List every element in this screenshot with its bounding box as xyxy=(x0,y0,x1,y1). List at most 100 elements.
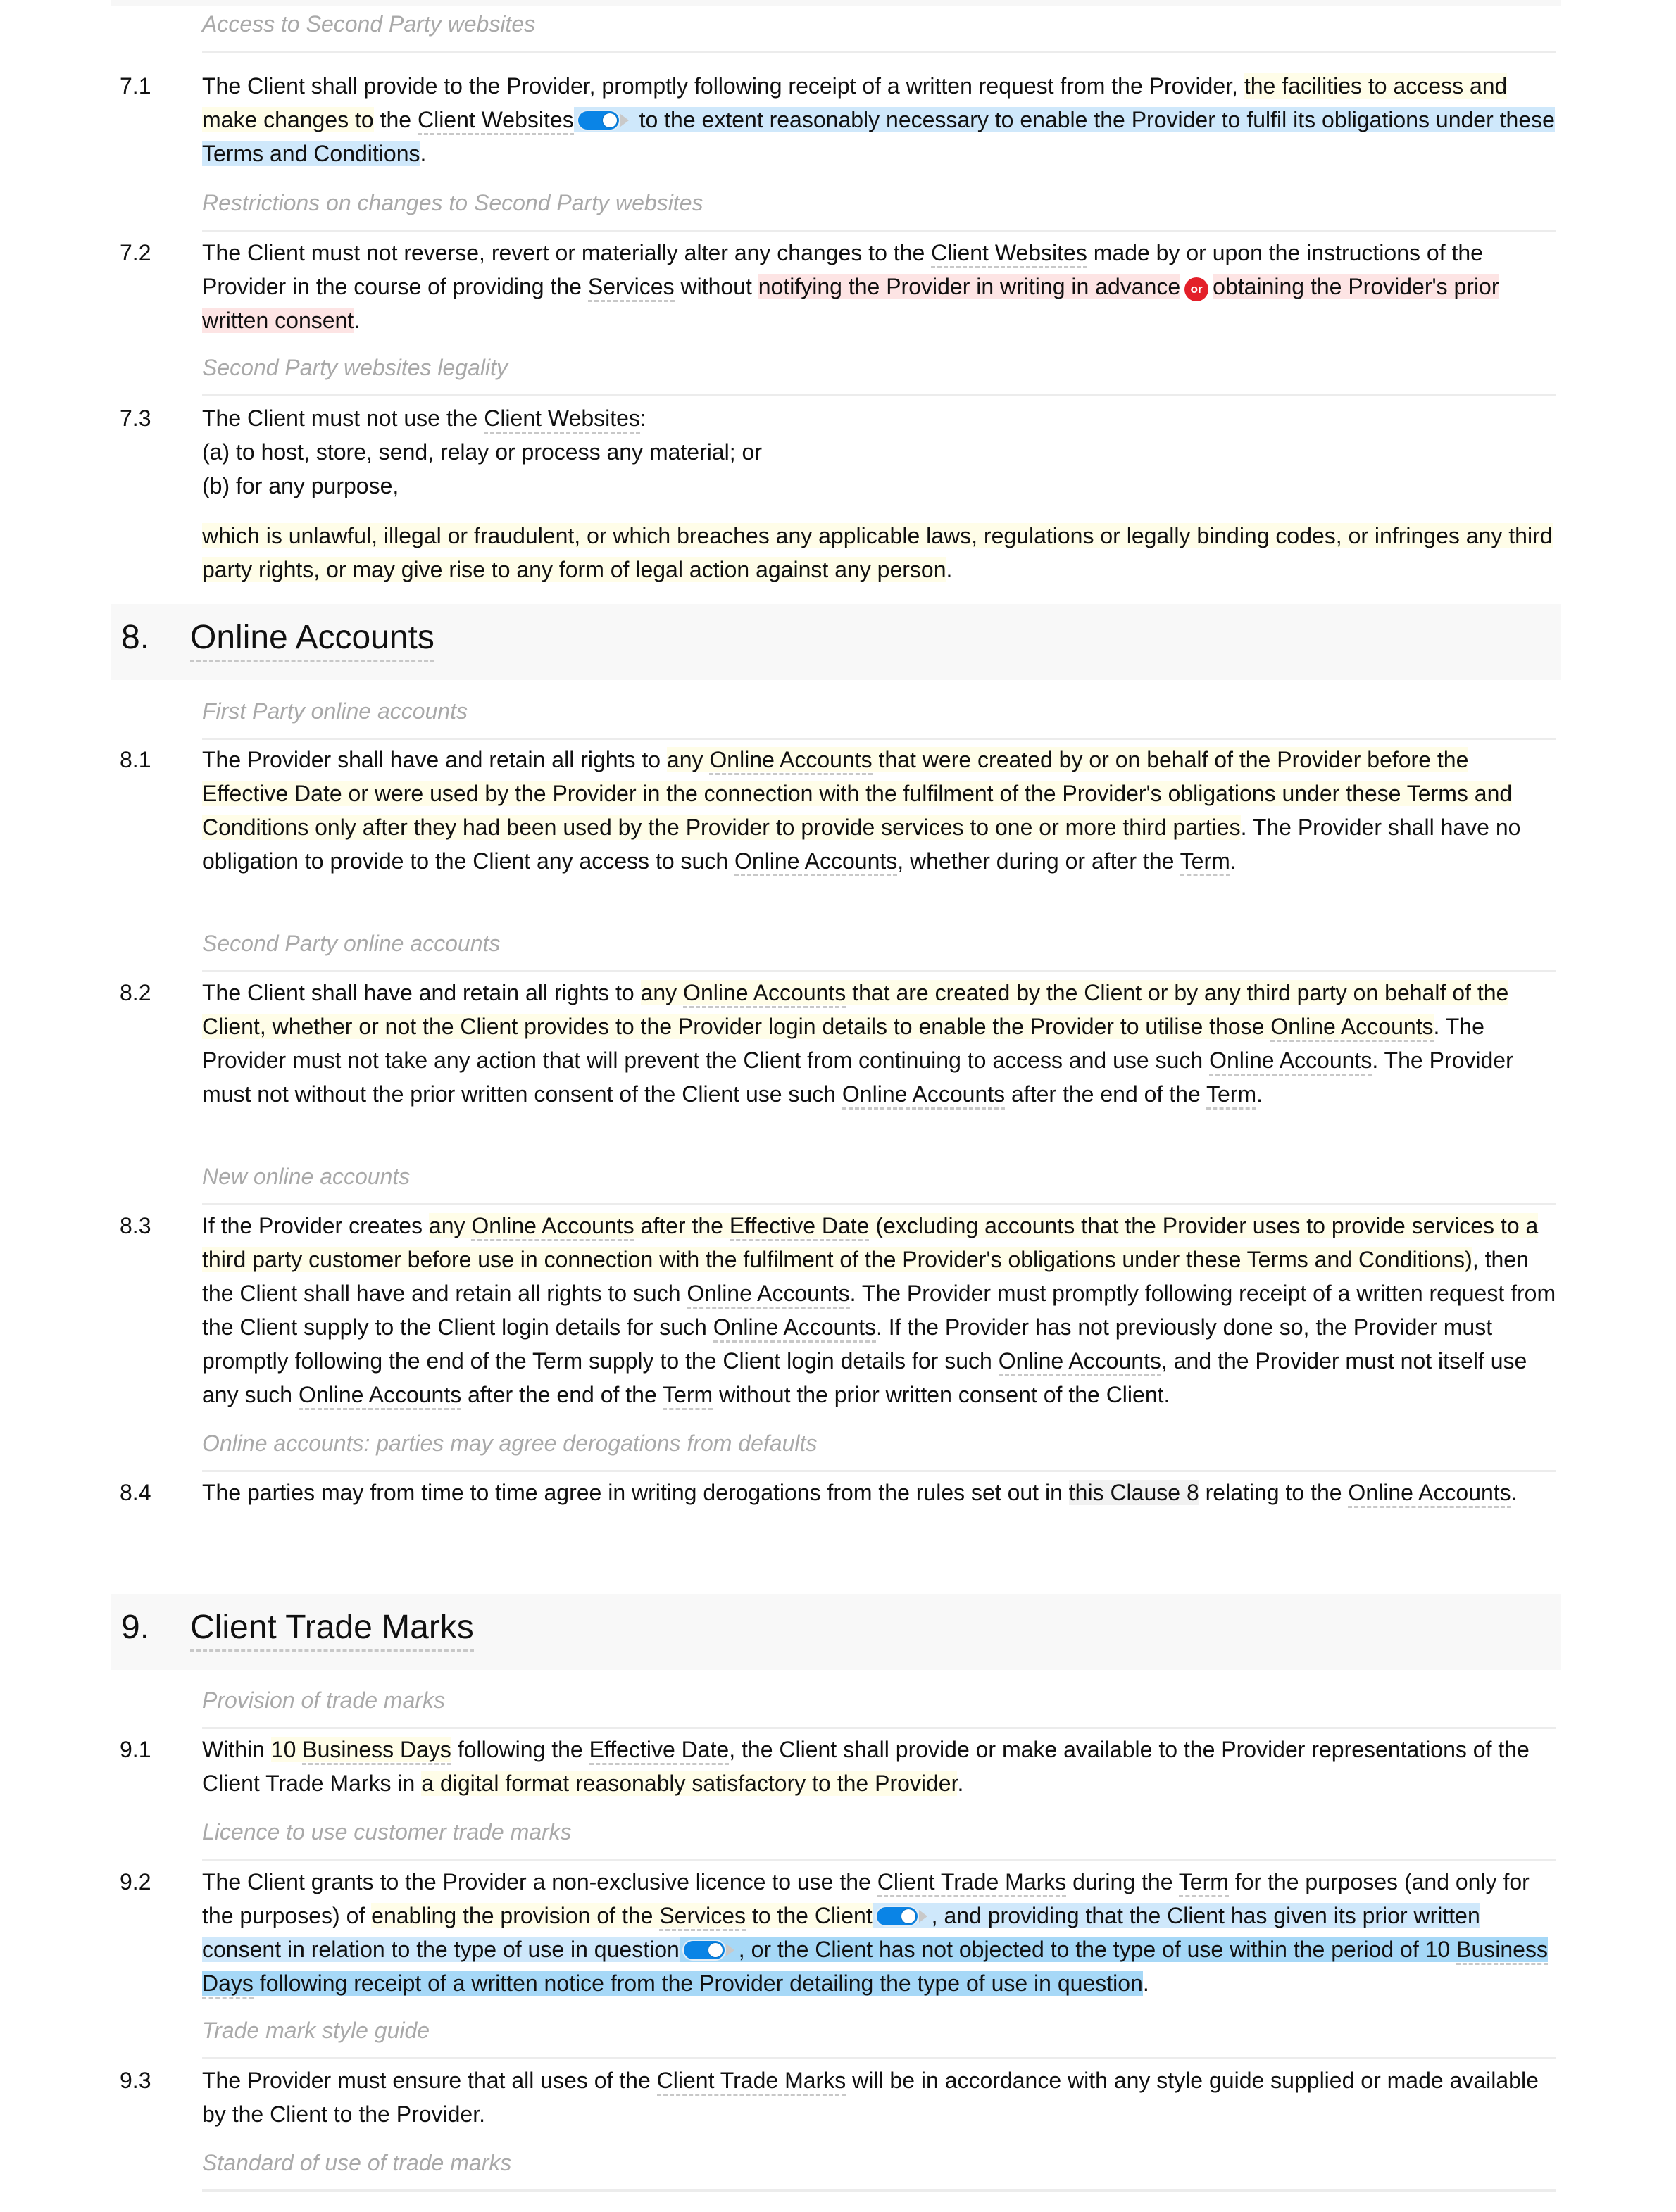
subheading: Online accounts: parties may agree derog… xyxy=(202,1429,1556,1472)
or-badge[interactable]: or xyxy=(1184,277,1209,301)
highlight-option[interactable]: a digital format reasonably satisfactory… xyxy=(421,1771,958,1796)
defined-term[interactable]: Effective Date xyxy=(589,1737,730,1765)
defined-term[interactable]: Client Websites xyxy=(417,107,574,135)
subheading: Second Party websites legality xyxy=(202,353,1556,396)
top-divider xyxy=(111,0,1561,6)
option-text: 10 xyxy=(270,1737,303,1762)
defined-term[interactable]: Term xyxy=(1206,1081,1257,1110)
subheading: New online accounts xyxy=(202,1162,1556,1205)
clause-8-2: 8.2 The Client shall have and retain all… xyxy=(120,976,1556,1111)
defined-term[interactable]: Term xyxy=(663,1382,713,1410)
defined-term[interactable]: Online Accounts xyxy=(734,848,898,876)
clause-text: The Client shall have and retain all rig… xyxy=(202,980,641,1005)
section-heading-9: 9. Client Trade Marks xyxy=(111,1594,1561,1670)
clause-text: . xyxy=(420,141,427,166)
defined-term[interactable]: Online Accounts xyxy=(1209,1048,1372,1076)
clause-text: following the xyxy=(451,1737,589,1762)
defined-term[interactable]: Client Trade Marks xyxy=(877,1869,1067,1897)
subheading: Provision of trade marks xyxy=(202,1686,1556,1729)
option-text: any xyxy=(428,1213,472,1238)
clause-7-2: 7.2 The Client must not reverse, revert … xyxy=(120,236,1556,337)
clause-text: after the end of the xyxy=(1005,1081,1206,1107)
clause-number: 8.1 xyxy=(120,747,151,772)
option-text: after the xyxy=(634,1213,730,1238)
subheading: Restrictions on changes to Second Party … xyxy=(202,189,1556,232)
clause-text: relating to the xyxy=(1199,1480,1349,1505)
defined-term[interactable]: Term xyxy=(1178,1869,1229,1897)
cross-reference-link[interactable]: this Clause 8 xyxy=(1068,1480,1199,1505)
highlight-option[interactable]: 10 Business Days xyxy=(270,1737,451,1765)
clause-number: 7.3 xyxy=(120,406,151,431)
section-heading-8: 8. Online Accounts xyxy=(111,604,1561,680)
clause-7-1: 7.1 The Client shall provide to the Prov… xyxy=(120,69,1556,170)
defined-term[interactable]: Services xyxy=(659,1903,746,1931)
defined-term[interactable]: Online Accounts xyxy=(709,747,873,775)
clause-text: Within xyxy=(202,1737,271,1762)
clause-text: , whether during or after the xyxy=(897,848,1180,874)
defined-term[interactable]: Services xyxy=(587,274,675,302)
optional-text[interactable]: , or the Client has not objected to the … xyxy=(739,1937,1456,1962)
defined-term[interactable]: Term xyxy=(1180,848,1230,876)
clause-8-4: 8.4 The parties may from time to time ag… xyxy=(120,1476,1556,1509)
clause-text: The Client grants to the Provider a non-… xyxy=(202,1869,877,1894)
defined-term[interactable]: Online Accounts xyxy=(713,1314,876,1343)
clause-7-3-tail: which is unlawful, illegal or fraudulent… xyxy=(202,519,1561,586)
defined-term[interactable]: Client Websites xyxy=(484,406,640,434)
highlight-option[interactable]: which is unlawful, illegal or fraudulent… xyxy=(202,523,1553,582)
list-item: (b) for any purpose, xyxy=(202,473,399,498)
clause-number: 9.3 xyxy=(120,2068,151,2093)
clause-text: . xyxy=(1511,1480,1518,1505)
defined-term[interactable]: Online Accounts xyxy=(998,1348,1161,1376)
clause-text: after the end of the xyxy=(461,1382,663,1407)
clause-text: The Provider shall have and retain all r… xyxy=(202,747,667,772)
option-text: any xyxy=(640,980,684,1005)
defined-term[interactable]: Online Accounts xyxy=(683,980,846,1008)
clause-7-3: 7.3 The Client must not use the Client W… xyxy=(120,401,1556,503)
clause-text: . xyxy=(354,308,361,333)
section-title[interactable]: Client Trade Marks xyxy=(190,1608,474,1652)
defined-term[interactable]: Business Days xyxy=(302,1737,451,1765)
clause-text: If the Provider creates xyxy=(202,1213,429,1238)
defined-term[interactable]: Online Accounts xyxy=(1348,1480,1511,1508)
defined-term[interactable]: Online Accounts xyxy=(687,1281,850,1309)
defined-term[interactable]: Online Accounts xyxy=(298,1382,462,1410)
clause-9-1: 9.1 Within 10 Business Days following th… xyxy=(120,1733,1556,1800)
clause-9-2: 9.2 The Client grants to the Provider a … xyxy=(120,1865,1556,2000)
play-arrow-icon xyxy=(725,1944,734,1956)
clause-text: . xyxy=(946,557,953,582)
clause-9-3: 9.3 The Provider must ensure that all us… xyxy=(120,2063,1556,2131)
clause-text: . xyxy=(1256,1081,1263,1107)
alternative-option[interactable]: notifying the Provider in writing in adv… xyxy=(758,274,1181,299)
subheading: Licence to use customer trade marks xyxy=(202,1818,1556,1861)
clause-text: . xyxy=(1230,848,1237,874)
clause-text: The Client must not use the xyxy=(202,406,484,431)
toggle-switch[interactable] xyxy=(577,111,619,130)
option-text: enabling the provision of the xyxy=(371,1903,660,1928)
clause-number: 8.3 xyxy=(120,1213,151,1238)
subheading: Trade mark style guide xyxy=(202,2016,1556,2059)
clause-text: The Provider must ensure that all uses o… xyxy=(202,2068,657,2093)
clause-text: without xyxy=(674,274,758,299)
toggle-switch[interactable] xyxy=(876,1907,918,1925)
subheading: Access to Second Party websites xyxy=(202,10,1556,53)
defined-term[interactable]: Effective Date xyxy=(729,1213,870,1241)
highlight-option[interactable]: enabling the provision of the Services t… xyxy=(371,1903,873,1931)
defined-term[interactable]: Online Accounts xyxy=(842,1081,1006,1110)
defined-term[interactable]: Client Trade Marks xyxy=(656,2068,846,2096)
toggle-switch[interactable] xyxy=(683,1941,725,1959)
clause-8-1: 8.1 The Provider shall have and retain a… xyxy=(120,743,1556,878)
clause-number: 9.2 xyxy=(120,1869,151,1894)
defined-term[interactable]: Online Accounts xyxy=(1270,1014,1434,1042)
section-title[interactable]: Online Accounts xyxy=(190,618,434,662)
optional-text[interactable]: following receipt of a written notice fr… xyxy=(254,1971,1143,1996)
defined-term[interactable]: Client Websites xyxy=(931,240,1087,268)
defined-term[interactable]: Online Accounts xyxy=(471,1213,634,1241)
clause-text: during the xyxy=(1066,1869,1179,1894)
clause-list: (a) to host, store, send, relay or proce… xyxy=(202,435,1556,503)
clause-text: . xyxy=(1142,1971,1149,1996)
clause-text: The Client shall provide to the Provider… xyxy=(202,73,1244,99)
clause-text: without the prior written consent of the… xyxy=(713,1382,1170,1407)
list-item: (a) to host, store, send, relay or proce… xyxy=(202,439,762,465)
subheading: Second Party online accounts xyxy=(202,929,1556,972)
subheading: First Party online accounts xyxy=(202,697,1556,740)
